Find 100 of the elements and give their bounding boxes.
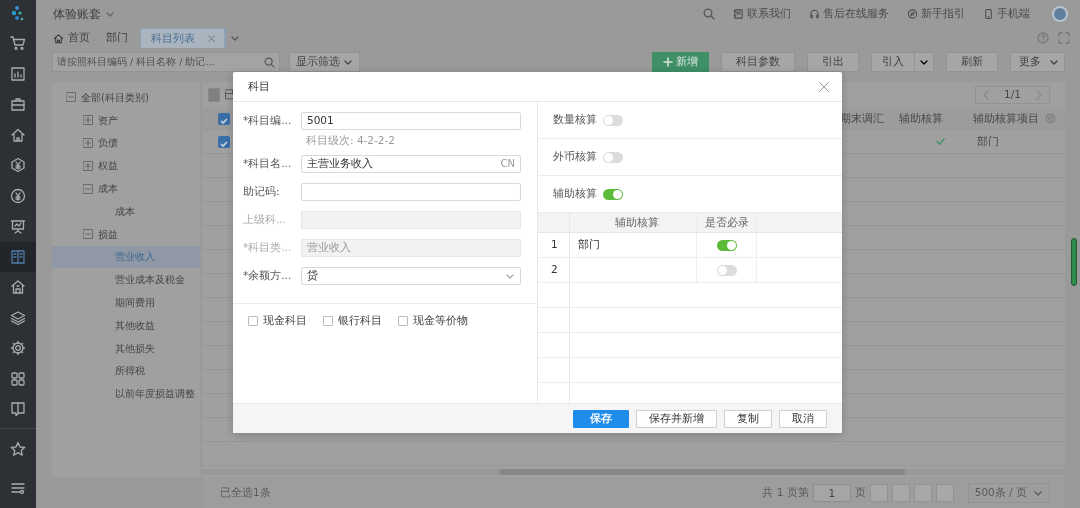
chart-icon [10, 65, 26, 82]
toolbar-dropdown[interactable]: 更多 [1010, 52, 1065, 72]
book-icon [10, 248, 26, 265]
plus-box-icon[interactable] [83, 138, 93, 148]
add-button[interactable]: 新增 [652, 52, 709, 72]
text-field[interactable]: 5001 [301, 112, 521, 130]
tree-item[interactable]: 全部(科目类别) [52, 86, 200, 109]
checkbox[interactable] [218, 135, 230, 148]
tree-item[interactable]: 成本 [52, 177, 200, 200]
sliders-icon [10, 480, 26, 496]
field-label: 上级科... [243, 211, 287, 227]
minus-box-icon[interactable] [83, 229, 93, 240]
nav-button[interactable] [0, 241, 36, 272]
checkbox-label: 现金等价物 [413, 312, 468, 328]
field-value[interactable]: 主营业务收入 [307, 155, 501, 172]
switch-label: 外币核算 [553, 149, 597, 165]
select-field[interactable]: 贷 [301, 266, 521, 285]
pager[interactable]: 1/1 [975, 86, 1050, 104]
horizontal-scrollbar[interactable] [500, 469, 905, 475]
toolbar-button[interactable]: 科目参数 [721, 52, 795, 72]
page-input[interactable]: 1 [812, 483, 851, 502]
tree-item[interactable]: 其他损失 [52, 336, 200, 360]
toggle-switch[interactable] [716, 264, 737, 276]
page-size-select[interactable]: 500条 / 页 [967, 482, 1050, 503]
plus-box-icon[interactable] [83, 115, 93, 126]
header-link[interactable]: 手机端 [983, 6, 1030, 22]
yen-shield-icon [10, 157, 26, 174]
header-link[interactable]: 联系我们 [733, 6, 791, 22]
field-label: *科目名... [243, 155, 293, 171]
tab[interactable]: 科目列表 [140, 28, 225, 48]
tab[interactable]: 首页 [49, 28, 102, 48]
settings-icon[interactable] [1045, 113, 1056, 124]
tree-item[interactable]: 损益 [52, 222, 200, 246]
tree-item[interactable]: 营业成本及税金 [52, 268, 200, 292]
avatar[interactable] [1052, 6, 1068, 22]
filter-dropdown[interactable]: 显示筛选 [289, 52, 360, 72]
account-set-selector[interactable]: 体验账套 [53, 5, 101, 23]
selection-summary: 已全选1条 [220, 484, 271, 500]
column-header: 辅助核算项目 [972, 110, 1040, 126]
star-icon [10, 440, 26, 457]
plus-box-icon[interactable] [83, 160, 93, 171]
switch-label: 辅助核算 [553, 186, 597, 202]
tree-item[interactable]: 其他收益 [52, 313, 200, 337]
dialog-title: 科目 [248, 78, 270, 94]
grid-icon [10, 370, 26, 387]
dialog-button[interactable]: 复制 [724, 409, 772, 428]
field-label: *科目类... [243, 239, 293, 255]
table-cell: 部门 [578, 237, 600, 253]
fullscreen-icon[interactable] [1058, 32, 1070, 44]
tree-item[interactable]: 营业收入 [52, 245, 200, 269]
scroll-indicator [1071, 238, 1077, 286]
minus-box-icon[interactable] [83, 183, 93, 194]
presentation-icon [10, 218, 26, 235]
header-link[interactable]: 售后在线服务 [809, 6, 889, 22]
help-icon[interactable] [1037, 32, 1049, 44]
close-icon[interactable] [207, 34, 216, 43]
tree-item[interactable]: 期间费用 [52, 291, 200, 314]
page-total: 共 1 页第 [762, 484, 809, 500]
minus-box-icon[interactable] [66, 92, 76, 103]
tree-item[interactable]: 以前年度损益调整 [52, 382, 200, 406]
row-number: 1 [551, 237, 558, 253]
briefcase-icon [10, 96, 26, 113]
field-value[interactable]: 5001 [307, 113, 515, 129]
checkbox[interactable] [323, 315, 333, 326]
contact-card-icon [733, 8, 744, 20]
collapse-toggle[interactable] [208, 88, 220, 102]
toggle-switch[interactable] [603, 188, 623, 200]
close-icon[interactable] [818, 80, 830, 93]
toggle-switch[interactable] [603, 114, 623, 126]
dialog-button[interactable]: 保存并新增 [636, 409, 717, 428]
text-field[interactable]: 主营业务收入 CN [301, 154, 521, 173]
checkbox[interactable] [218, 112, 230, 125]
dialog-button[interactable]: 取消 [779, 409, 827, 428]
tree-item[interactable]: 负债 [52, 131, 200, 155]
checkbox[interactable] [398, 315, 408, 326]
search-icon[interactable] [264, 56, 275, 68]
hint-text: 科目级次: 4-2-2-2 [306, 133, 395, 148]
toggle-switch[interactable] [716, 239, 737, 251]
tree-item[interactable]: 所得税 [52, 359, 200, 383]
home-icon [53, 32, 64, 44]
tree-item[interactable]: 权益 [52, 154, 200, 178]
toolbar-button[interactable]: 刷新 [946, 52, 998, 72]
column-header: 是否必录 [704, 214, 749, 230]
checkbox[interactable] [248, 315, 258, 326]
text-field[interactable] [301, 182, 521, 201]
save-button[interactable]: 保存 [573, 409, 629, 428]
search-field[interactable]: 请按照科目编码 / 科目名称 / 助记... [52, 52, 280, 72]
search-icon[interactable] [703, 8, 715, 20]
field-value[interactable]: 贷 [307, 267, 505, 284]
tab[interactable]: 部门 [102, 28, 140, 48]
header-link[interactable]: 新手指引 [907, 6, 965, 22]
dropdown-toggle[interactable] [915, 52, 934, 72]
toolbar-button[interactable]: 引入 [871, 52, 915, 72]
tree-item[interactable]: 成本 [52, 200, 200, 223]
cart-icon [10, 35, 26, 52]
toggle-switch[interactable] [603, 151, 623, 163]
tree-item[interactable]: 资产 [52, 108, 200, 132]
toolbar-button[interactable]: 引出 [807, 52, 859, 72]
yen-circle-icon [10, 187, 26, 204]
page-indicator: 1/1 [1004, 87, 1021, 103]
